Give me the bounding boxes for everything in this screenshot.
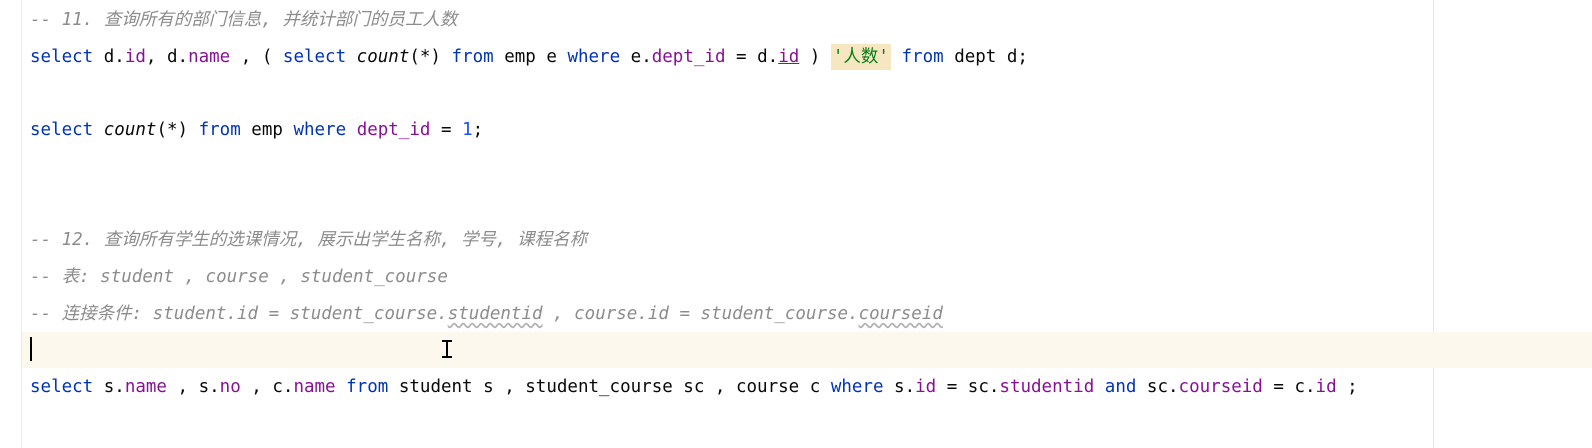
- keyword: select: [30, 47, 94, 67]
- code-token: ;: [472, 120, 484, 140]
- code-token: (*): [156, 120, 199, 140]
- code-token: d.: [93, 47, 125, 67]
- comment-token: -- 连接条件: student.id = student_course.: [30, 304, 448, 324]
- keyword: select: [282, 47, 347, 67]
- field-token: name: [188, 47, 231, 67]
- gutter-border: [21, 0, 22, 448]
- code-token: emp: [240, 120, 294, 140]
- comment-line-tables: -- 表: student , course , student_course: [30, 267, 448, 287]
- code-token: , (: [230, 47, 283, 67]
- keyword: select: [30, 120, 94, 140]
- code-token: = c.: [1262, 377, 1316, 397]
- code-token: student s , student_course sc , course c: [388, 377, 831, 397]
- code-token: ;: [1336, 377, 1358, 397]
- keyword: from: [901, 47, 944, 67]
- keyword: from: [198, 120, 241, 140]
- keyword: where: [830, 377, 884, 397]
- comment-line-12: -- 12. 查询所有学生的选课情况, 展示出学生名称, 学号, 课程名称: [30, 230, 587, 250]
- field-token-underlined: id: [778, 47, 800, 67]
- keyword: from: [451, 47, 494, 67]
- comment-line-join-condition: -- 连接条件: student.id = student_course.stu…: [30, 300, 943, 328]
- current-line-highlight: [22, 332, 1592, 368]
- field-token: name: [293, 377, 336, 397]
- code-line-query2[interactable]: select count(*) from emp where dept_id =…: [30, 116, 483, 144]
- field-token: id: [124, 47, 146, 67]
- code-token: sc.: [1136, 377, 1179, 397]
- code-token: emp e: [493, 47, 568, 67]
- code-token: ): [799, 47, 831, 67]
- code-token: s.: [883, 377, 916, 397]
- keyword: where: [567, 47, 621, 67]
- field-token: id: [1315, 377, 1337, 397]
- function-token: count: [356, 47, 410, 67]
- comment-token-typo: courseid: [858, 304, 943, 324]
- code-line-query3[interactable]: select s.name , s.no , c.name from stude…: [30, 373, 1358, 401]
- code-token: = sc.: [936, 377, 1000, 397]
- code-token: s.: [93, 377, 125, 397]
- field-token: id: [915, 377, 937, 397]
- field-token: name: [124, 377, 167, 397]
- field-token: courseid: [1178, 377, 1263, 397]
- text-caret: [30, 337, 32, 361]
- code-token: =: [430, 120, 463, 140]
- right-margin-guide: [1433, 0, 1434, 448]
- string-literal: '人数': [830, 44, 891, 70]
- sql-code-editor[interactable]: -- 11. 查询所有的部门信息, 并统计部门的员工人数 select d.id…: [0, 0, 1592, 448]
- keyword: from: [346, 377, 389, 397]
- code-token: , d.: [145, 47, 189, 67]
- field-token: no: [219, 377, 241, 397]
- code-line-query1[interactable]: select d.id, d.name , ( select count(*) …: [30, 43, 1028, 71]
- code-token: , c.: [240, 377, 294, 397]
- keyword: where: [293, 120, 347, 140]
- code-token: (*): [409, 47, 452, 67]
- code-token: = d.: [725, 47, 779, 67]
- code-token: e.: [620, 47, 652, 67]
- code-token: , s.: [166, 377, 220, 397]
- keyword: and: [1104, 377, 1137, 397]
- number-literal: 1: [462, 120, 473, 140]
- keyword: select: [30, 377, 94, 397]
- comment-line-11: -- 11. 查询所有的部门信息, 并统计部门的员工人数: [30, 10, 458, 30]
- function-token: count: [103, 120, 157, 140]
- field-token: studentid: [999, 377, 1095, 397]
- ibeam-cursor-icon: [442, 339, 452, 359]
- field-token: dept_id: [356, 120, 431, 140]
- comment-token: , course.id = student_course.: [542, 304, 859, 324]
- code-token: dept d;: [943, 47, 1028, 67]
- field-token: dept_id: [651, 47, 726, 67]
- comment-token-typo: studentid: [447, 304, 543, 324]
